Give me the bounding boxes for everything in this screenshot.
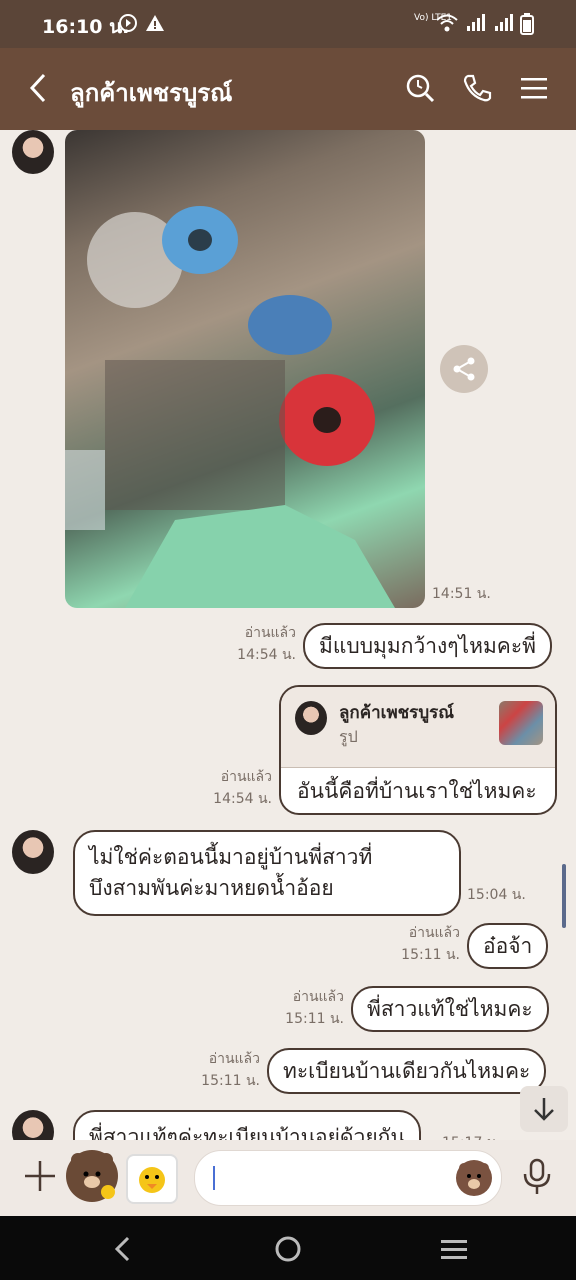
battery-icon bbox=[520, 13, 534, 39]
message-timestamp: 15:04 น. bbox=[467, 887, 526, 903]
chat-area[interactable]: 14:51 น. อ่านแล้ว 14:54 น. มีแบบมุมกว้าง… bbox=[0, 130, 576, 1140]
message-text: มีแบบมุมกว้างๆไหมคะพี่ bbox=[319, 633, 536, 658]
system-nav-bar bbox=[0, 1216, 576, 1280]
search-icon bbox=[406, 74, 435, 103]
signal-icon-1 bbox=[466, 13, 486, 37]
voice-button[interactable] bbox=[522, 1158, 552, 1196]
contact-avatar[interactable] bbox=[12, 1110, 54, 1140]
read-receipt: อ่านแล้ว 15:11 น. bbox=[268, 986, 344, 1030]
photo-content bbox=[65, 206, 395, 608]
sticker-shortcut-brown[interactable] bbox=[66, 1150, 118, 1202]
read-receipt: อ่านแล้ว 15:11 น. bbox=[384, 922, 460, 966]
nav-back-icon bbox=[114, 1236, 130, 1262]
back-button[interactable] bbox=[20, 70, 56, 106]
share-button[interactable] bbox=[440, 345, 488, 393]
menu-button[interactable] bbox=[516, 70, 552, 106]
contact-avatar[interactable] bbox=[12, 830, 54, 874]
contact-avatar[interactable] bbox=[12, 130, 54, 174]
quoted-type: รูป bbox=[339, 727, 358, 746]
message-text: อันนี้คือที่บ้านเราใช่ไหมคะ bbox=[297, 779, 537, 803]
message-text: พี่สาวแท้ใช่ไหมคะ bbox=[367, 996, 533, 1021]
quoted-thumbnail bbox=[499, 701, 543, 745]
photo-timestamp: 14:51 น. bbox=[432, 586, 491, 602]
quoted-avatar bbox=[295, 701, 327, 735]
nav-menu-icon bbox=[441, 1240, 467, 1259]
nav-home-icon bbox=[275, 1236, 301, 1262]
call-button[interactable] bbox=[459, 70, 495, 106]
nav-back-button[interactable] bbox=[106, 1232, 140, 1266]
incoming-message[interactable]: ไม่ใช่ค่ะตอนนี้มาอยู่บ้านพี่สาวที่ บึงสา… bbox=[73, 830, 461, 916]
outgoing-message[interactable]: มีแบบมุมกว้างๆไหมคะพี่ bbox=[303, 623, 552, 669]
read-receipt: อ่านแล้ว 15:11 น. bbox=[184, 1048, 260, 1092]
read-label: อ่านแล้ว bbox=[220, 769, 272, 785]
quoted-sender: ลูกค้าเพชรบูรณ์ bbox=[339, 703, 455, 723]
chat-header: ลูกค้าเพชรบูรณ์ bbox=[0, 48, 576, 130]
input-bar bbox=[0, 1140, 576, 1216]
message-timestamp: 15:17 น. bbox=[442, 1132, 501, 1140]
time-label: 15:11 น. bbox=[201, 1073, 260, 1089]
read-label: อ่านแล้ว bbox=[208, 1051, 260, 1067]
scroll-to-bottom-button[interactable] bbox=[520, 1086, 568, 1132]
emoji-button[interactable] bbox=[456, 1160, 492, 1196]
search-button[interactable] bbox=[402, 70, 438, 106]
read-label: อ่านแล้ว bbox=[292, 989, 344, 1005]
status-time: 16:10 น. bbox=[42, 16, 130, 38]
reply-message[interactable]: ลูกค้าเพชรบูรณ์ รูป อันนี้คือที่บ้านเราใ… bbox=[279, 685, 557, 815]
bear-emoji-icon bbox=[459, 1163, 489, 1189]
status-bar: 16:10 น. Vo) LTE1 bbox=[0, 0, 576, 48]
phone-icon bbox=[463, 74, 492, 102]
message-text-line: ไม่ใช่ค่ะตอนนี้มาอยู่บ้านพี่สาวที่ bbox=[89, 845, 373, 869]
nav-recents-button[interactable] bbox=[437, 1232, 471, 1266]
time-label: 15:11 น. bbox=[401, 947, 460, 963]
read-label: อ่านแล้ว bbox=[408, 925, 460, 941]
arrow-down-icon bbox=[534, 1098, 554, 1121]
signal-icon-2 bbox=[494, 13, 514, 37]
scrollbar[interactable] bbox=[562, 864, 566, 928]
message-text: อ๋อจ้า bbox=[483, 933, 533, 958]
time-label: 15:11 น. bbox=[285, 1011, 344, 1027]
outgoing-message[interactable]: พี่สาวแท้ใช่ไหมคะ bbox=[351, 986, 549, 1032]
text-caret bbox=[213, 1166, 215, 1190]
message-text: ทะเบียนบ้านเดียวกันไหมคะ bbox=[283, 1058, 531, 1083]
wifi-icon bbox=[436, 13, 458, 37]
time-label: 14:54 น. bbox=[237, 647, 296, 663]
quoted-message[interactable]: ลูกค้าเพชรบูรณ์ รูป bbox=[281, 687, 555, 768]
microphone-icon bbox=[523, 1158, 551, 1194]
bear-sticker-icon bbox=[71, 1153, 115, 1199]
menu-icon bbox=[521, 78, 547, 99]
outgoing-message[interactable]: อ๋อจ้า bbox=[467, 923, 549, 969]
image-message[interactable] bbox=[65, 130, 425, 608]
read-label: อ่านแล้ว bbox=[244, 625, 296, 641]
warning-icon bbox=[145, 13, 165, 37]
nav-home-button[interactable] bbox=[271, 1232, 305, 1266]
chat-title: ลูกค้าเพชรบูรณ์ bbox=[70, 79, 233, 107]
plus-icon bbox=[25, 1161, 55, 1191]
message-text: พี่สาวแท้ๆค่ะทะเบียนบ้านอยู่ด้วยกัน bbox=[89, 1125, 405, 1140]
read-receipt: อ่านแล้ว 14:54 น. bbox=[220, 622, 296, 666]
incoming-message[interactable]: พี่สาวแท้ๆค่ะทะเบียนบ้านอยู่ด้วยกัน bbox=[73, 1110, 421, 1140]
chick-sticker-icon bbox=[139, 1167, 165, 1193]
media-icon bbox=[118, 13, 138, 37]
sticker-shortcut-sally[interactable] bbox=[126, 1154, 178, 1204]
share-icon bbox=[453, 357, 475, 381]
read-receipt: อ่านแล้ว 14:54 น. bbox=[196, 766, 272, 810]
add-button[interactable] bbox=[22, 1158, 58, 1194]
message-text-line: บึงสามพันค่ะมาหยดน้ำอ้อย bbox=[89, 876, 334, 900]
outgoing-message[interactable]: ทะเบียนบ้านเดียวกันไหมคะ bbox=[267, 1048, 547, 1094]
time-label: 14:54 น. bbox=[213, 791, 272, 807]
